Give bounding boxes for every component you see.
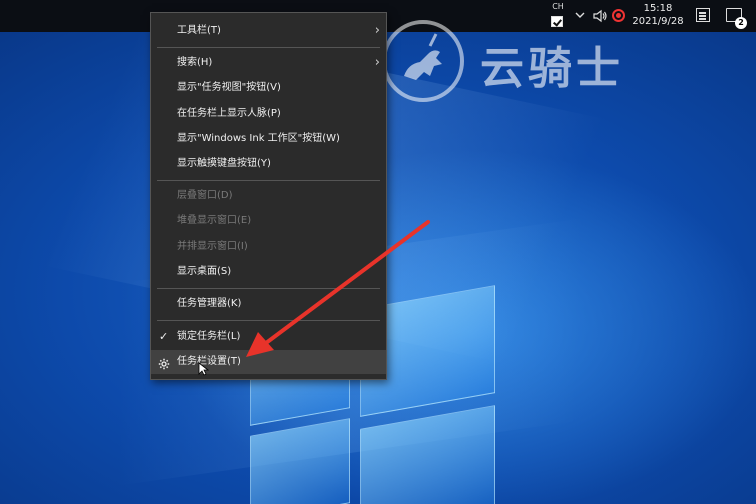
menu-item-show-people[interactable]: 在任务栏上显示人脉(P) xyxy=(151,102,386,126)
menu-item-show-desktop[interactable]: 显示桌面(S) xyxy=(151,260,386,284)
menu-item-label: 锁定任务栏(L) xyxy=(177,331,241,342)
menu-item-label: 在任务栏上显示人脉(P) xyxy=(177,108,281,119)
menu-item-label: 显示"Windows Ink 工作区"按钮(W) xyxy=(177,133,340,144)
menu-item-show-touch-keyboard[interactable]: 显示触摸键盘按钮(Y) xyxy=(151,152,386,176)
mouse-cursor-icon xyxy=(198,362,210,376)
logo-pane xyxy=(250,418,350,504)
watermark-logo: 云骑士 xyxy=(382,10,712,110)
logo-pane xyxy=(360,405,495,504)
menu-item-lock-taskbar[interactable]: ✓ 锁定任务栏(L) xyxy=(151,325,386,349)
menu-item-show-windows-ink[interactable]: 显示"Windows Ink 工作区"按钮(W) xyxy=(151,127,386,151)
menu-item-cascade-windows: 层叠窗口(D) xyxy=(151,184,386,208)
menu-item-label: 并排显示窗口(I) xyxy=(177,241,248,252)
taskbar-context-menu[interactable]: 工具栏(T) › 搜索(H) › 显示"任务视图"按钮(V) 在任务栏上显示人脉… xyxy=(150,12,387,380)
menu-item-label: 显示桌面(S) xyxy=(177,266,232,277)
gear-icon xyxy=(158,356,170,370)
menu-item-task-manager[interactable]: 任务管理器(K) xyxy=(151,292,386,316)
menu-item-stack-windows: 堆叠显示窗口(E) xyxy=(151,209,386,233)
watermark-text: 云骑士 xyxy=(480,43,624,94)
menu-item-label: 层叠窗口(D) xyxy=(177,190,233,201)
menu-item-search[interactable]: 搜索(H) › xyxy=(151,51,386,75)
menu-item-label: 显示"任务视图"按钮(V) xyxy=(177,82,281,93)
menu-item-toolbars[interactable]: 工具栏(T) › xyxy=(151,19,386,43)
notification-count-badge: 2 xyxy=(735,17,747,29)
submenu-arrow-icon: › xyxy=(374,55,380,70)
menu-item-label: 搜索(H) xyxy=(177,57,213,68)
menu-item-label: 工具栏(T) xyxy=(177,25,221,36)
menu-separator xyxy=(157,47,380,48)
menu-separator xyxy=(157,180,380,181)
knight-emblem-icon xyxy=(382,20,464,102)
menu-item-show-task-view[interactable]: 显示"任务视图"按钮(V) xyxy=(151,76,386,100)
menu-item-label: 堆叠显示窗口(E) xyxy=(177,215,252,226)
menu-separator xyxy=(157,288,380,289)
checkmark-icon: ✓ xyxy=(159,330,169,343)
menu-item-side-by-side-windows: 并排显示窗口(I) xyxy=(151,235,386,259)
menu-item-label: 显示触摸键盘按钮(Y) xyxy=(177,158,271,169)
submenu-arrow-icon: › xyxy=(374,23,380,38)
menu-separator xyxy=(157,320,380,321)
menu-item-label: 任务管理器(K) xyxy=(177,298,242,309)
menu-item-taskbar-settings[interactable]: 任务栏设置(T) xyxy=(151,350,386,374)
